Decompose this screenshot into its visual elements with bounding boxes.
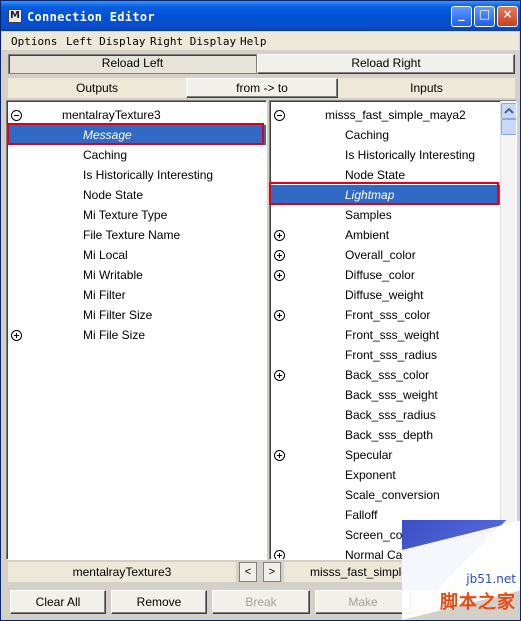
scroll-thumb[interactable] <box>501 119 516 135</box>
left-node-name: mentalrayTexture3 <box>62 108 161 122</box>
expand-icon[interactable] <box>274 250 285 261</box>
remove-button[interactable]: Remove <box>111 590 207 614</box>
highlight-box-right <box>269 182 499 205</box>
left-node-row[interactable]: mentalrayTexture3 <box>7 105 266 125</box>
reload-left-button[interactable]: Reload Left <box>8 54 257 74</box>
menu-options[interactable]: Options <box>11 35 57 48</box>
outputs-panel: mentalrayTexture3 Message Caching Is His… <box>6 100 267 560</box>
watermark-text: 脚本之家 <box>440 592 516 613</box>
highlight-box-left <box>7 123 264 145</box>
watermark-url: jb51.net <box>466 572 516 586</box>
break-button[interactable]: Break <box>212 590 310 614</box>
watermark: jb51.net 脚本之家 <box>402 520 520 620</box>
expand-icon[interactable] <box>274 230 285 241</box>
close-button[interactable]: × <box>497 6 518 27</box>
expand-icon[interactable] <box>274 370 285 381</box>
right-item-ambient[interactable]: Ambient <box>270 225 500 245</box>
right-node-name: misss_fast_simple_maya2 <box>325 108 466 122</box>
right-item-diffuse-color[interactable]: Diffuse_color <box>270 265 500 285</box>
right-scrollbar[interactable] <box>500 101 516 559</box>
menu-right-display[interactable]: Right Display <box>150 35 236 48</box>
expand-icon[interactable] <box>274 310 285 321</box>
right-node-row[interactable]: misss_fast_simple_maya2 <box>270 105 500 125</box>
connection-editor-window: M Connection Editor _ □ × Options Left D… <box>0 0 521 621</box>
right-item-front-sss-color[interactable]: Front_sss_color <box>270 305 500 325</box>
collapse-icon[interactable] <box>274 110 285 121</box>
menu-bar: Options Left Display Right Display Help <box>2 32 519 50</box>
prev-node-button[interactable]: < <box>239 562 257 582</box>
window-title: Connection Editor <box>27 10 155 24</box>
title-bar[interactable]: M Connection Editor _ □ × <box>1 1 520 31</box>
expand-icon[interactable] <box>11 330 22 341</box>
right-item-overall-color[interactable]: Overall_color <box>270 245 500 265</box>
from-to-button[interactable]: from -> to <box>186 78 338 98</box>
maya-icon: M <box>8 9 22 23</box>
outputs-header: Outputs <box>8 78 186 98</box>
right-item-specular[interactable]: Specular <box>270 445 500 465</box>
expand-icon[interactable] <box>274 270 285 281</box>
menu-help[interactable]: Help <box>240 35 267 48</box>
reload-right-button[interactable]: Reload Right <box>257 54 515 74</box>
next-node-button[interactable]: > <box>263 562 281 582</box>
minimize-button[interactable]: _ <box>451 6 472 27</box>
scroll-up-icon[interactable] <box>501 103 516 119</box>
left-node-footer: mentalrayTexture3 <box>8 562 236 582</box>
make-button[interactable]: Make <box>315 590 411 614</box>
inputs-header: Inputs <box>338 78 515 98</box>
expand-icon[interactable] <box>274 450 285 461</box>
menu-left-display[interactable]: Left Display <box>66 35 145 48</box>
right-item-back-sss-color[interactable]: Back_sss_color <box>270 365 500 385</box>
expand-icon[interactable] <box>274 550 285 559</box>
collapse-icon[interactable] <box>11 110 22 121</box>
inputs-panel: misss_fast_simple_maya2 Caching Is Histo… <box>269 100 517 560</box>
left-item-mi-file-size[interactable]: Mi File Size <box>7 325 266 345</box>
clear-all-button[interactable]: Clear All <box>10 590 106 614</box>
maximize-button[interactable]: □ <box>474 6 495 27</box>
